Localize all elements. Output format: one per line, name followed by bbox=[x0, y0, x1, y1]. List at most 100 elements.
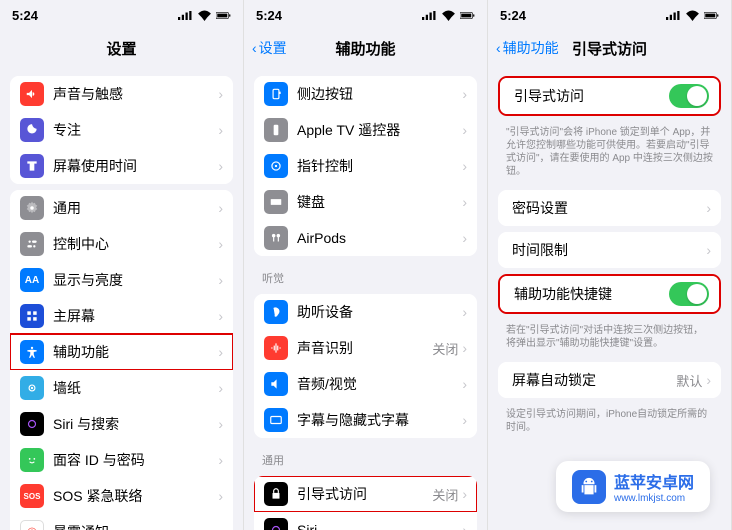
chevron-icon: › bbox=[706, 200, 711, 216]
row-label: 侧边按钮 bbox=[297, 84, 462, 104]
chevron-icon: › bbox=[462, 412, 467, 428]
status-icons bbox=[178, 10, 231, 21]
status-bar: 5:24 bbox=[0, 0, 243, 30]
chevron-icon: › bbox=[218, 272, 223, 288]
row-pointer[interactable]: 指针控制 › bbox=[254, 148, 477, 184]
wifi-icon bbox=[197, 10, 212, 21]
row-label: 引导式访问 bbox=[514, 86, 669, 106]
row-label: 墙纸 bbox=[53, 378, 218, 398]
row-faceid[interactable]: 面容 ID 与密码 › bbox=[10, 442, 233, 478]
row-display[interactable]: AA 显示与亮度 › bbox=[10, 262, 233, 298]
chevron-icon: › bbox=[462, 522, 467, 530]
chevron-icon: › bbox=[462, 486, 467, 502]
speaker-icon bbox=[264, 372, 288, 396]
nav-title: 辅助功能 bbox=[335, 38, 395, 59]
chevron-icon: › bbox=[218, 122, 223, 138]
group-common: 引导式访问 关闭 › Siri › 辅助功能快捷键 关闭 › App 单独设置 … bbox=[254, 476, 477, 530]
row-label: 屏幕自动锁定 bbox=[512, 370, 676, 390]
back-button[interactable]: ‹ 辅助功能 bbox=[496, 38, 559, 58]
toggle-switch[interactable] bbox=[669, 282, 709, 306]
chevron-icon: › bbox=[462, 194, 467, 210]
row-control[interactable]: 控制中心 › bbox=[10, 226, 233, 262]
back-button[interactable]: ‹ 设置 bbox=[252, 38, 287, 58]
row-label: 显示与亮度 bbox=[53, 270, 218, 290]
group-timelimit: 时间限制 › bbox=[498, 232, 721, 268]
row-sidebutton[interactable]: 侧边按钮 › bbox=[254, 76, 477, 112]
row-value: 默认 bbox=[676, 371, 702, 390]
toggle-switch[interactable] bbox=[669, 84, 709, 108]
row-label: 主屏幕 bbox=[53, 306, 218, 326]
chevron-icon: › bbox=[218, 488, 223, 504]
row-siri[interactable]: Siri 与搜索 › bbox=[10, 406, 233, 442]
row-airpods[interactable]: AirPods › bbox=[254, 220, 477, 256]
airpods-icon bbox=[264, 226, 288, 250]
chevron-icon: › bbox=[218, 158, 223, 174]
watermark: 蓝苹安卓网 www.lmkjst.com bbox=[556, 461, 710, 512]
chevron-icon: › bbox=[218, 236, 223, 252]
chevron-icon: › bbox=[218, 416, 223, 432]
group-label-general: 通用 bbox=[244, 444, 487, 470]
row-label: SOS 紧急联络 bbox=[53, 486, 218, 506]
nav-title: 引导式访问 bbox=[572, 38, 647, 59]
back-label: 辅助功能 bbox=[503, 38, 559, 58]
focus-icon bbox=[20, 118, 44, 142]
nav-bar: ‹ 设置 辅助功能 bbox=[244, 30, 487, 66]
row-appletv[interactable]: Apple TV 遥控器 › bbox=[254, 112, 477, 148]
row-guided-toggle[interactable]: 引导式访问 bbox=[500, 78, 719, 114]
row-passcode[interactable]: 密码设置 › bbox=[498, 190, 721, 226]
row-label: 助听设备 bbox=[297, 302, 462, 322]
row-exposure[interactable]: 暴露通知 › bbox=[10, 514, 233, 530]
row-wallpaper[interactable]: 墙纸 › bbox=[10, 370, 233, 406]
row-guided[interactable]: 引导式访问 关闭 › bbox=[254, 476, 477, 512]
row-sound[interactable]: 声音与触感 › bbox=[10, 76, 233, 112]
row-label: 音频/视觉 bbox=[297, 374, 462, 394]
lock-icon bbox=[264, 482, 288, 506]
note-shortcut: 若在"引导式访问"对话中连按三次侧边按钮，将弹出显示"辅助功能快捷键"设置。 bbox=[488, 320, 731, 356]
chevron-icon: › bbox=[218, 86, 223, 102]
display-icon: AA bbox=[20, 268, 44, 292]
row-label: 声音识别 bbox=[297, 338, 432, 358]
battery-icon bbox=[704, 10, 719, 21]
row-sounddetect[interactable]: 声音识别 关闭 › bbox=[254, 330, 477, 366]
row-autolock[interactable]: 屏幕自动锁定 默认 › bbox=[498, 362, 721, 398]
row-general[interactable]: 通用 › bbox=[10, 190, 233, 226]
screen-settings: 5:24 设置 声音与触感 › 专注 › 屏幕使用时间 › bbox=[0, 0, 244, 530]
row-sos[interactable]: SOS SOS 紧急联络 › bbox=[10, 478, 233, 514]
note-guided: "引导式访问"会将 iPhone 锁定到单个 App，并允许您控制哪些功能可供使… bbox=[488, 122, 731, 184]
row-label: 通用 bbox=[53, 198, 218, 218]
remote-icon bbox=[264, 118, 288, 142]
row-keyboard[interactable]: 键盘 › bbox=[254, 184, 477, 220]
row-screentime[interactable]: 屏幕使用时间 › bbox=[10, 148, 233, 184]
faceid-icon bbox=[20, 448, 44, 472]
chevron-icon: › bbox=[462, 230, 467, 246]
row-accessibility[interactable]: 辅助功能 › bbox=[10, 334, 233, 370]
control-icon bbox=[20, 232, 44, 256]
row-siri2[interactable]: Siri › bbox=[254, 512, 477, 530]
row-focus[interactable]: 专注 › bbox=[10, 112, 233, 148]
screen-accessibility: 5:24 ‹ 设置 辅助功能 侧边按钮 › Apple TV 遥控器 › 指针控… bbox=[244, 0, 488, 530]
chevron-icon: › bbox=[218, 200, 223, 216]
pointer-icon bbox=[264, 154, 288, 178]
row-hearing[interactable]: 助听设备 › bbox=[254, 294, 477, 330]
android-icon bbox=[572, 470, 606, 504]
status-time: 5:24 bbox=[500, 8, 526, 23]
row-captions[interactable]: 字幕与隐藏式字幕 › bbox=[254, 402, 477, 438]
accessibility-icon bbox=[20, 340, 44, 364]
exposure-icon bbox=[20, 520, 44, 530]
nav-bar: 设置 bbox=[0, 30, 243, 66]
row-label: 暴露通知 bbox=[53, 522, 218, 530]
row-shortcut-toggle[interactable]: 辅助功能快捷键 bbox=[500, 276, 719, 312]
chevron-icon: › bbox=[706, 242, 711, 258]
row-homescreen[interactable]: 主屏幕 › bbox=[10, 298, 233, 334]
screen-guided: 5:24 ‹ 辅助功能 引导式访问 引导式访问 "引导式访问"会将 iPhone… bbox=[488, 0, 732, 530]
row-av[interactable]: 音频/视觉 › bbox=[254, 366, 477, 402]
wave-icon bbox=[264, 336, 288, 360]
screentime-icon bbox=[20, 154, 44, 178]
siri-icon bbox=[264, 518, 288, 530]
watermark-link: www.lmkjst.com bbox=[614, 493, 694, 504]
keyboard-icon bbox=[264, 190, 288, 214]
chevron-icon: › bbox=[462, 340, 467, 356]
row-label: AirPods bbox=[297, 230, 462, 246]
row-label: 时间限制 bbox=[512, 240, 706, 260]
row-timelimit[interactable]: 时间限制 › bbox=[498, 232, 721, 268]
